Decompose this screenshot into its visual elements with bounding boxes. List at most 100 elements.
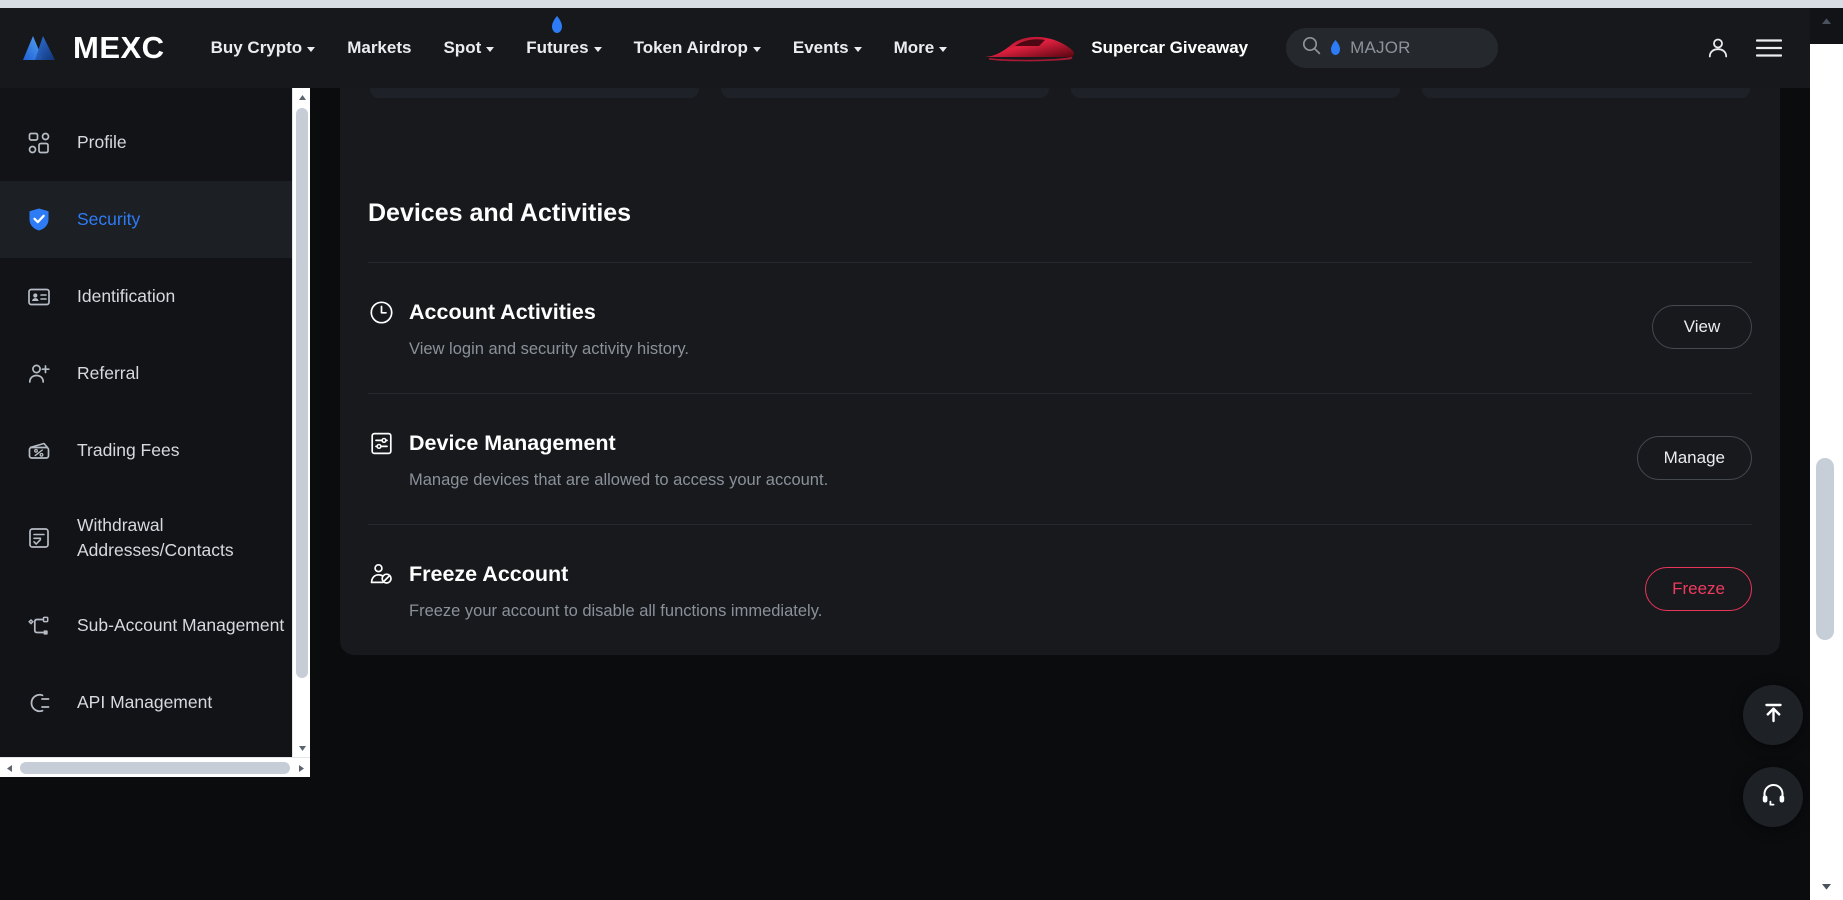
search-icon bbox=[1302, 36, 1321, 60]
freeze-account-icon bbox=[368, 561, 394, 587]
nav-item-token-airdrop[interactable]: Token Airdrop bbox=[618, 28, 777, 68]
sidebar-item-label: Trading Fees bbox=[77, 439, 180, 460]
sidebar-item-label: Security bbox=[77, 208, 141, 229]
mexc-logo-text: MEXC bbox=[73, 30, 165, 65]
row-body: Device Management Manage devices that ar… bbox=[368, 430, 1637, 490]
id-card-icon bbox=[26, 284, 52, 310]
sidebar-hscroll-thumb[interactable] bbox=[20, 762, 290, 774]
page-scroll-down-arrow-icon[interactable] bbox=[1810, 874, 1843, 900]
clock-icon bbox=[368, 299, 394, 325]
page-vertical-scrollbar[interactable] bbox=[1810, 8, 1843, 900]
promo-label: Supercar Giveaway bbox=[1091, 38, 1249, 57]
summary-tile bbox=[720, 88, 1049, 98]
summary-tile bbox=[370, 88, 699, 98]
nav-label: Token Airdrop bbox=[633, 38, 748, 57]
nav-label: Markets bbox=[347, 38, 412, 57]
flame-icon bbox=[550, 16, 564, 34]
scroll-up-arrow-icon[interactable] bbox=[293, 88, 311, 106]
search-value: MAJOR bbox=[1350, 38, 1411, 57]
nav-label: Events bbox=[792, 38, 849, 57]
sidebar-item-label: Withdrawal Addresses/Contacts bbox=[77, 514, 234, 560]
row-description: View login and security activity history… bbox=[409, 340, 690, 358]
mexc-logo[interactable]: MEXC bbox=[22, 30, 165, 66]
devices-and-activities-card: Devices and Activities Account Activitie… bbox=[340, 157, 1780, 655]
search-input[interactable]: MAJOR bbox=[1286, 28, 1499, 68]
nav-item-events[interactable]: Events bbox=[777, 28, 878, 68]
nav-label: Buy Crypto bbox=[210, 38, 303, 57]
chevron-down-icon bbox=[752, 47, 761, 52]
main-content: Devices and Activities Account Activitie… bbox=[310, 88, 1810, 900]
supercar-giveaway-promo[interactable]: Supercar Giveaway bbox=[981, 29, 1248, 67]
sidebar-item-sub-account-management[interactable]: Sub-Account Management bbox=[0, 587, 292, 664]
address-list-icon bbox=[26, 525, 52, 551]
site-header: MEXC Buy Crypto Markets Spot Futures Tok… bbox=[0, 8, 1810, 88]
plug-icon bbox=[26, 690, 52, 716]
sidebar-item-withdrawal-addresses[interactable]: Withdrawal Addresses/Contacts bbox=[0, 489, 292, 587]
browser-chrome-strip bbox=[0, 0, 1843, 8]
scroll-to-top-button[interactable] bbox=[1743, 685, 1803, 745]
sidebar-vertical-scrollbar[interactable] bbox=[292, 88, 310, 757]
dashboard-icon bbox=[26, 130, 52, 156]
sidebar-item-identification[interactable]: Identification bbox=[0, 258, 292, 335]
page-scroll-thumb[interactable] bbox=[1816, 458, 1834, 640]
account-sidebar: Profile Security Identification Referral… bbox=[0, 88, 292, 757]
chevron-down-icon bbox=[486, 47, 495, 52]
nav-item-more[interactable]: More bbox=[878, 28, 964, 68]
flame-icon bbox=[1329, 40, 1342, 56]
sidebar-list: Profile Security Identification Referral… bbox=[0, 88, 292, 741]
manage-button[interactable]: Manage bbox=[1636, 436, 1752, 480]
nav-item-spot[interactable]: Spot bbox=[427, 28, 510, 68]
row-title: Device Management bbox=[409, 430, 616, 455]
row-header: Account Activities bbox=[368, 299, 1652, 325]
user-icon[interactable] bbox=[1706, 36, 1730, 60]
sidebar-scroll-thumb[interactable] bbox=[296, 108, 308, 678]
sidebar-item-referral[interactable]: Referral bbox=[0, 335, 292, 412]
row-freeze-account: Freeze Account Freeze your account to di… bbox=[368, 525, 1752, 655]
shield-check-icon bbox=[26, 207, 52, 233]
chevron-down-icon bbox=[593, 47, 602, 52]
nav-label: More bbox=[893, 38, 935, 57]
headset-support-icon bbox=[1760, 781, 1787, 813]
row-action: View bbox=[1652, 299, 1752, 349]
nav-item-markets[interactable]: Markets bbox=[331, 28, 427, 68]
scroll-down-arrow-icon[interactable] bbox=[293, 739, 311, 757]
nav-label: Spot bbox=[443, 38, 482, 57]
sidebar-item-label: Referral bbox=[77, 362, 140, 383]
scroll-right-arrow-icon[interactable] bbox=[292, 758, 310, 778]
page-scroll-up-arrow-icon[interactable] bbox=[1810, 8, 1843, 34]
hamburger-menu-icon[interactable] bbox=[1756, 38, 1782, 58]
row-description: Manage devices that are allowed to acces… bbox=[409, 471, 829, 489]
scroll-left-arrow-icon[interactable] bbox=[0, 758, 18, 778]
row-body: Account Activities View login and securi… bbox=[368, 299, 1652, 359]
row-title: Account Activities bbox=[409, 299, 596, 324]
support-button[interactable] bbox=[1743, 767, 1803, 827]
row-body: Freeze Account Freeze your account to di… bbox=[368, 561, 1645, 621]
row-action: Manage bbox=[1636, 430, 1752, 480]
supercar-icon bbox=[981, 29, 1077, 67]
user-plus-icon bbox=[26, 361, 52, 387]
view-button[interactable]: View bbox=[1652, 305, 1752, 349]
chevron-down-icon bbox=[939, 47, 948, 52]
nav-label: Futures bbox=[526, 38, 589, 57]
sidebar-item-label: Identification bbox=[77, 285, 176, 306]
fee-ticket-icon bbox=[26, 438, 52, 464]
row-device-management: Device Management Manage devices that ar… bbox=[368, 394, 1752, 525]
main-nav: Buy Crypto Markets Spot Futures Token Ai… bbox=[195, 16, 964, 68]
row-action: Freeze bbox=[1645, 561, 1752, 611]
row-account-activities: Account Activities View login and securi… bbox=[368, 263, 1752, 394]
row-title: Freeze Account bbox=[409, 561, 569, 586]
freeze-button[interactable]: Freeze bbox=[1645, 567, 1752, 611]
sidebar-horizontal-scrollbar[interactable] bbox=[0, 757, 310, 777]
sidebar-item-profile[interactable]: Profile bbox=[0, 104, 292, 181]
row-header: Device Management bbox=[368, 430, 1637, 456]
sidebar-item-label: Sub-Account Management bbox=[77, 614, 285, 635]
chevron-down-icon bbox=[853, 47, 862, 52]
sidebar-item-trading-fees[interactable]: Trading Fees bbox=[0, 412, 292, 489]
sidebar-item-label: Profile bbox=[77, 131, 127, 152]
scroll-to-top-icon bbox=[1760, 699, 1787, 731]
nav-item-futures[interactable]: Futures bbox=[510, 16, 617, 68]
sidebar-item-security[interactable]: Security bbox=[0, 181, 292, 258]
nav-item-buy-crypto[interactable]: Buy Crypto bbox=[195, 28, 332, 68]
page-root: MEXC Buy Crypto Markets Spot Futures Tok… bbox=[0, 0, 1843, 900]
sidebar-item-api-management[interactable]: API Management bbox=[0, 664, 292, 741]
